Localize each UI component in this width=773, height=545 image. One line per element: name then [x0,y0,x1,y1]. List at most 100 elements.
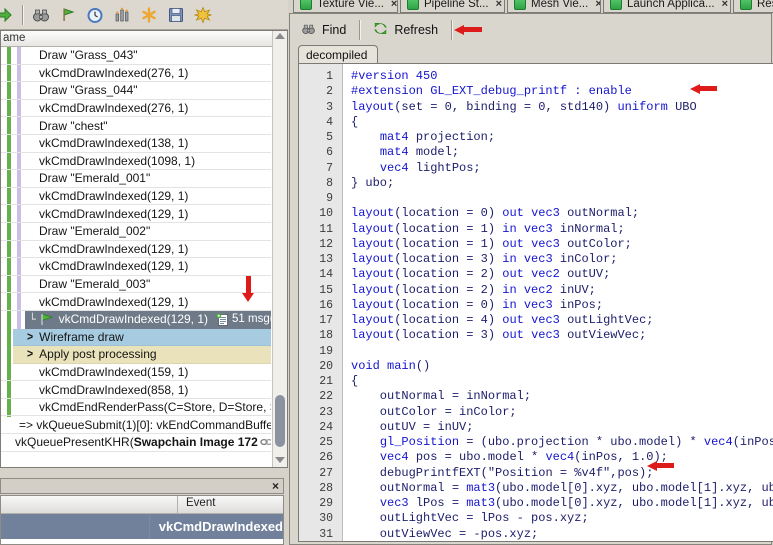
line-number: 26 [299,450,342,465]
code-line: } ubo; [351,176,773,191]
tab-label: Res... [757,0,773,10]
line-number: 31 [299,527,342,542]
code-line: outNormal = mat3(ubo.model[0].xyz, ubo.m… [351,481,773,496]
line-number: 15 [299,283,342,298]
event-row[interactable]: => vkQueueSubmit(1)[0]: vkEndCommandBuff… [1,416,271,434]
event-browser-scrollbar[interactable] [272,31,287,467]
event-row-label: vkCmdDrawIndexed(159, 1) [39,365,188,379]
extensions-icon[interactable] [194,6,212,24]
line-number: 8 [299,176,342,191]
event-row[interactable]: vkCmdDrawIndexed(129, 1) [1,258,271,276]
event-row[interactable]: vkCmdDrawIndexed(858, 1) [1,381,271,399]
event-row[interactable]: vkCmdDrawIndexed(129, 1) [1,293,271,311]
event-row-label: vkQueuePresentKHR( [15,435,134,449]
tab-decompiled[interactable]: decompiled [298,45,378,64]
event-row-label: vkCmdDrawIndexed(129, 1) [39,207,188,221]
line-number: 20 [299,359,342,374]
docking-tab-launchapplica[interactable]: Launch Applica...× [603,0,731,13]
code-line: layout(location = 4) out vec3 outLightVe… [351,313,773,328]
event-row-label: vkCmdDrawIndexed(129, 1) [39,189,188,203]
event-row[interactable]: vkCmdDrawIndexed(138, 1) [1,135,271,153]
event-row[interactable]: vkCmdDrawIndexed(276, 1) [1,65,271,83]
marker-row[interactable]: >Wireframe draw [13,329,271,347]
code-line: void main() [351,359,773,374]
code-line: mat4 model; [351,145,773,160]
find-button[interactable]: Find [292,19,355,42]
event-row-label: Draw "Grass_043" [39,48,138,62]
line-number: 16 [299,298,342,313]
code-line: layout(location = 0) in vec3 inPos; [351,298,773,313]
tab-label: Mesh Vie... [531,0,588,10]
statistics-icon[interactable] [113,6,131,24]
toolbar-separator [359,20,360,40]
event-row-selected[interactable]: └vkCmdDrawIndexed(129, 1)51 msg(s) [25,311,271,329]
code-line: outLightVec = lPos - pos.xyz; [351,511,773,526]
shader-source-view[interactable]: 1234567891011121314151617181920212223242… [298,63,773,542]
docking-tab-res[interactable]: Res... [733,0,773,13]
event-row-label: => vkQueueSubmit(1)[0]: vkEndCommandBuff… [19,418,271,432]
messages-table-selected-row[interactable]: vkCmdDrawIndexed [1,514,283,539]
event-row-label: vkCmdDrawIndexed(129, 1) [39,259,188,273]
resolve-icon[interactable] [140,6,158,24]
line-number: 21 [299,374,342,389]
expand-chevron-icon[interactable]: > [27,330,33,344]
tab-close-icon[interactable]: × [722,0,728,10]
event-row-label: vkCmdDrawIndexed(858, 1) [39,383,188,397]
event-browser-name-column-header[interactable]: ame [1,31,287,47]
scrollbar-thumb[interactable] [275,395,285,447]
docking-tab-texturevie[interactable]: Texture Vie...× [293,0,398,13]
line-number: 17 [299,313,342,328]
save-icon[interactable] [167,6,185,24]
window-icon [300,0,312,10]
tab-close-icon[interactable]: × [496,0,502,10]
annotation-arrow-code-line-27 [647,460,674,471]
event-row[interactable]: vkCmdDrawIndexed(159, 1) [1,364,271,382]
event-row-label: vkCmdDrawIndexed(1098, 1) [39,154,195,168]
scroll-down-icon[interactable] [275,457,285,463]
close-icon[interactable]: × [272,479,279,493]
event-row[interactable]: vkQueuePresentKHR( Swapchain Image 172) [1,434,271,452]
debug-messages-badge[interactable]: 51 msg(s) [216,313,271,326]
line-number: 2 [299,84,342,99]
messages-table-col-event: Event [178,496,283,513]
line-number: 30 [299,511,342,526]
event-row[interactable]: Draw "Grass_044" [1,82,271,100]
event-row[interactable]: vkCmdDrawIndexed(129, 1) [1,188,271,206]
expand-chevron-icon[interactable]: > [27,347,33,361]
event-row[interactable]: vkCmdDrawIndexed(1098, 1) [1,153,271,171]
bookmark-flag-icon[interactable] [59,6,77,24]
event-row-label: vkCmdDrawIndexed(276, 1) [39,101,188,115]
tab-close-icon[interactable]: × [391,0,397,10]
code-line: layout(location = 3) out vec3 outViewVec… [351,328,773,343]
line-number: 25 [299,435,342,450]
tab-close-icon[interactable]: × [595,0,601,10]
code-line: #version 450 [351,69,773,84]
code-line: layout(set = 0, binding = 0, std140) uni… [351,100,773,115]
docking-tab-pipelinest[interactable]: Pipeline St...× [400,0,505,13]
event-row[interactable]: Draw "Emerald_003" [1,276,271,294]
event-row-label: Draw "Emerald_002" [39,224,150,238]
code-line: layout(location = 1) out vec3 outColor; [351,237,773,252]
resource-link-icon[interactable] [258,437,271,447]
docking-tab-bar: Texture Vie...×Pipeline St...×Mesh Vie..… [289,0,773,13]
code-line: { [351,374,773,389]
scroll-up-icon[interactable] [275,33,285,39]
event-row[interactable]: Draw "chest" [1,117,271,135]
timer-icon[interactable] [86,6,104,24]
marker-row[interactable]: >Apply post processing [13,346,271,364]
event-row[interactable]: vkCmdEndRenderPass(C=Store, D=Store, S=.… [1,399,271,417]
refresh-button[interactable]: Refresh [364,18,447,42]
toolbar-separator [451,20,452,40]
event-row[interactable]: vkCmdDrawIndexed(276, 1) [1,100,271,118]
event-row[interactable]: vkCmdDrawIndexed(129, 1) [1,205,271,223]
event-row[interactable]: Draw "Grass_043" [1,47,271,65]
line-number: 14 [299,267,342,282]
event-row[interactable]: vkCmdDrawIndexed(129, 1) [1,241,271,259]
docking-tab-meshvie[interactable]: Mesh Vie... × [507,0,601,13]
event-row[interactable]: Draw "Emerald_001" [1,170,271,188]
line-number: 7 [299,161,342,176]
window-icon [610,0,622,10]
find-icon[interactable] [32,6,50,24]
goto-arrow-icon[interactable] [0,6,13,24]
event-row[interactable]: Draw "Emerald_002" [1,223,271,241]
